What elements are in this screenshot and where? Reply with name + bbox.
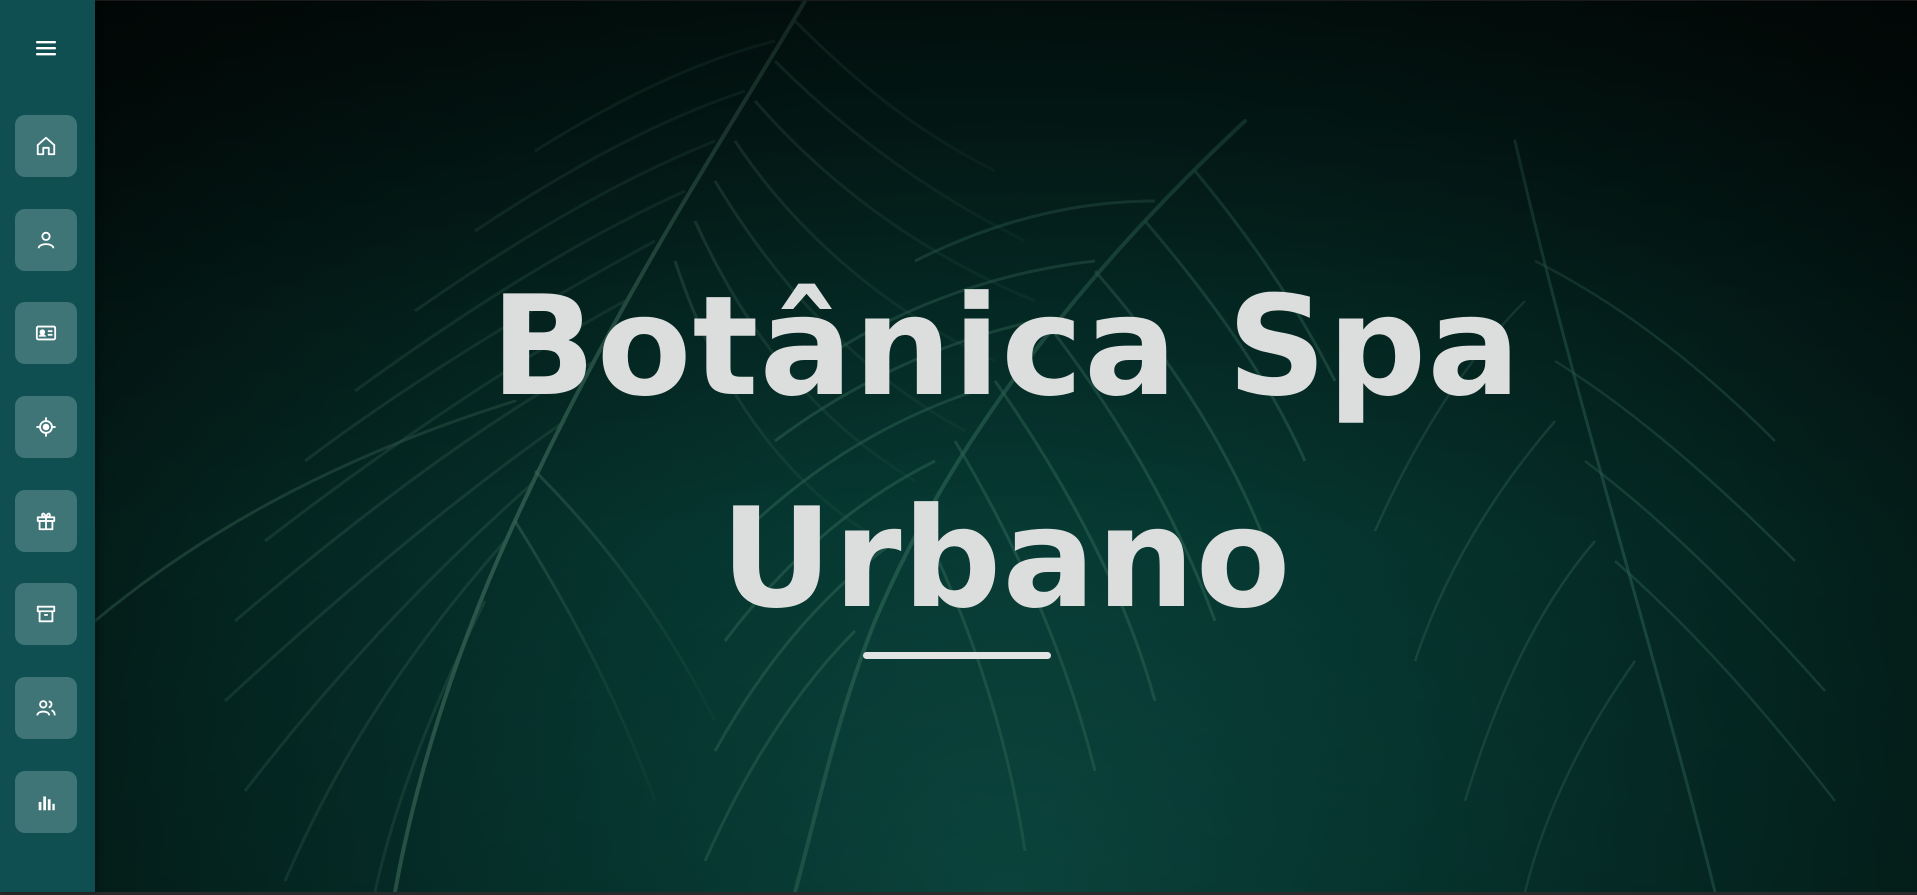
home-icon — [36, 136, 56, 156]
users-icon — [36, 700, 56, 716]
gift-icon — [36, 512, 56, 531]
sidebar-item-gifts[interactable] — [15, 490, 77, 552]
id-card-icon — [35, 325, 57, 341]
sidebar-item-archive[interactable] — [15, 583, 77, 645]
title-line-2: Urbano — [720, 478, 1292, 639]
sidebar — [0, 0, 95, 892]
sidebar-item-id-card[interactable] — [15, 302, 77, 364]
location-target-icon — [36, 417, 56, 437]
sidebar-item-location[interactable] — [15, 396, 77, 458]
app-window: Botânica Spa Urbano — [0, 0, 1917, 892]
archive-box-icon — [36, 605, 56, 623]
menu-toggle-button[interactable] — [28, 30, 64, 66]
hamburger-menu-icon — [36, 41, 56, 56]
sidebar-item-profile[interactable] — [15, 209, 77, 271]
sidebar-item-team[interactable] — [15, 677, 77, 739]
sidebar-item-statistics[interactable] — [15, 771, 77, 833]
sidebar-item-home[interactable] — [15, 115, 77, 177]
title-line-1: Botânica Spa — [490, 266, 1522, 427]
hero-banner: Botânica Spa Urbano — [95, 1, 1917, 892]
title-underline-divider — [863, 652, 1051, 659]
page-title: Botânica Spa Urbano — [95, 241, 1917, 665]
bar-chart-icon — [38, 796, 55, 811]
user-icon — [37, 231, 55, 249]
